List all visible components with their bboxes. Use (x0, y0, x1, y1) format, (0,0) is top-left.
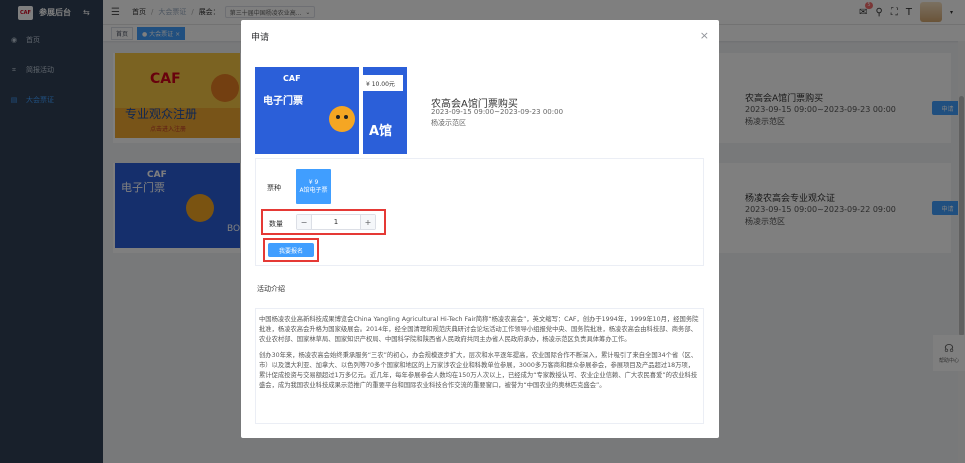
intro-paragraph: 创办30年来，杨凌农高会始终秉承服务“三农”的初心，办会规模逐步扩大，层次和水平… (259, 351, 698, 390)
dialog-title: 申请 (251, 32, 270, 43)
quantity-label: 数量 (269, 220, 283, 228)
ticket-kind-price: ¥ 9 (308, 178, 319, 186)
ticket-name: 电子门票 (263, 94, 303, 107)
ticket-kind-label: 票种 (267, 184, 281, 192)
ticket-kind-name: A馆电子票 (299, 186, 328, 194)
quantity-value[interactable]: 1 (312, 218, 360, 226)
close-icon[interactable]: × (700, 29, 709, 42)
ticket-options: 票种 ¥ 9 A馆电子票 数量 − 1 + 我要报名 (255, 158, 704, 266)
decrease-button[interactable]: − (297, 215, 312, 229)
register-button[interactable]: 我要报名 (268, 243, 314, 257)
ticket-hall: A馆 (369, 123, 392, 139)
quantity-stepper[interactable]: − 1 + (296, 214, 376, 230)
ticket-price: ¥ 10.00元 (366, 81, 395, 88)
apply-dialog: 申请 × ¥ 10.00元 电子门票 A馆 CAF 农高会A馆门票购买 2023… (241, 20, 719, 438)
svg-text:CAF: CAF (283, 74, 301, 83)
increase-button[interactable]: + (360, 215, 375, 229)
ticket-image: ¥ 10.00元 电子门票 A馆 CAF (255, 67, 407, 154)
intro-label: 活动介绍 (257, 285, 285, 293)
product-time: 2023-09-15 09:00~2023-09-23 00:00 (431, 108, 564, 116)
ticket-kind-option[interactable]: ¥ 9 A馆电子票 (296, 169, 331, 204)
intro-text: 中国杨凌农业高新科技成果博览会China Yangling Agricultur… (255, 308, 704, 424)
submit-highlight: 我要报名 (263, 238, 319, 262)
intro-paragraph: 中国杨凌农业高新科技成果博览会China Yangling Agricultur… (259, 316, 699, 344)
quantity-highlight: 数量 − 1 + (261, 209, 386, 235)
product-place: 杨凌示范区 (431, 119, 466, 127)
